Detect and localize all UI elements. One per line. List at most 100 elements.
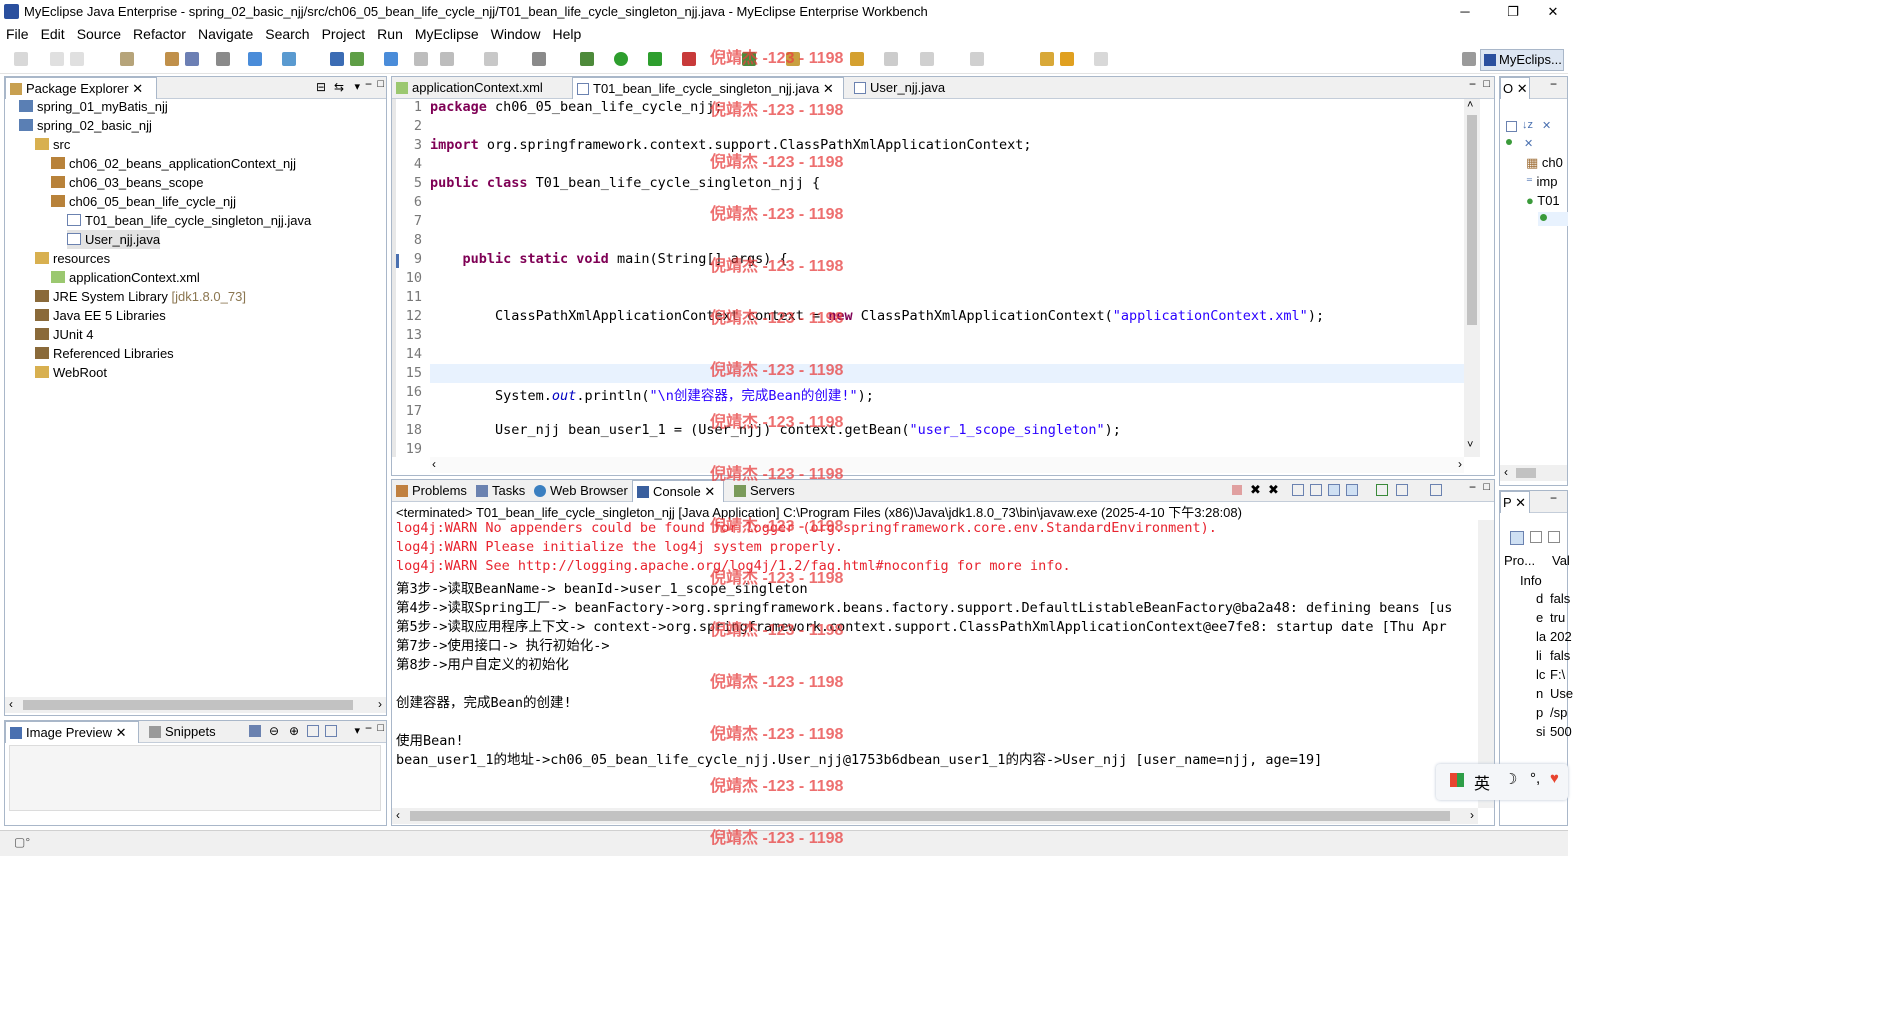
property-value[interactable]: /sp: [1550, 705, 1567, 720]
perspective-myeclipse[interactable]: MyEclips...: [1480, 49, 1564, 71]
annotation-icon[interactable]: [920, 52, 934, 66]
deploy-icon[interactable]: [248, 52, 262, 66]
minimize-button[interactable]: ─: [1442, 2, 1488, 22]
property-key[interactable]: p: [1536, 705, 1543, 720]
scroll-thumb[interactable]: [410, 811, 1450, 821]
close-icon[interactable]: ✕: [1517, 81, 1528, 96]
terminate-icon[interactable]: [1232, 485, 1242, 495]
tree-item[interactable]: ch06_02_beans_applicationContext_njj: [51, 154, 296, 173]
pin-icon[interactable]: [884, 52, 898, 66]
code-line[interactable]: System.out.println("\n创建容器，完成Bean的创建!");: [430, 384, 874, 404]
code-line[interactable]: package ch06_05_bean_life_cycle_njj;: [430, 99, 723, 115]
close-icon[interactable]: ✕: [704, 484, 715, 499]
show-stderr-icon[interactable]: [1346, 484, 1358, 496]
collapse-all-icon[interactable]: ⊟: [316, 80, 326, 94]
maximize-editor-icon[interactable]: □: [1483, 78, 1490, 90]
menu-search[interactable]: Search: [259, 24, 315, 42]
scroll-left-icon[interactable]: ‹: [9, 697, 13, 711]
categories-icon[interactable]: [1510, 531, 1524, 545]
scroll-right-icon[interactable]: ›: [378, 697, 382, 711]
property-key[interactable]: d: [1536, 591, 1543, 606]
property-value[interactable]: fals: [1550, 591, 1570, 606]
close-button[interactable]: ✕: [1530, 2, 1576, 22]
minimize-view-icon[interactable]: −: [365, 77, 372, 91]
view-menu-icon[interactable]: ▾: [354, 724, 360, 737]
outline-item-main[interactable]: [1538, 212, 1568, 226]
zoom-out-icon[interactable]: ⊖: [269, 724, 279, 738]
tree-item[interactable]: spring_02_basic_njj: [19, 116, 152, 135]
tree-item[interactable]: T01_bean_life_cycle_singleton_njj.java: [67, 211, 311, 230]
new-project-icon[interactable]: [120, 52, 134, 66]
moon-icon[interactable]: ☽: [1504, 770, 1517, 788]
run-icon[interactable]: [614, 52, 628, 66]
close-icon[interactable]: ✕: [823, 81, 834, 96]
tree-item[interactable]: JUnit 4: [35, 325, 93, 344]
minimize-view-icon[interactable]: −: [1550, 491, 1557, 505]
property-key[interactable]: la: [1536, 629, 1546, 644]
forward-icon[interactable]: [1094, 52, 1108, 66]
view-menu-icon[interactable]: ▾: [354, 80, 360, 93]
collapse-all-icon[interactable]: [1506, 121, 1517, 132]
web-icon[interactable]: [350, 52, 364, 66]
pin-console-icon[interactable]: [1376, 484, 1388, 496]
actual-size-icon[interactable]: [307, 725, 319, 737]
minimize-editor-icon[interactable]: −: [1469, 77, 1476, 91]
tree-item[interactable]: resources: [35, 249, 110, 268]
restore-default-icon[interactable]: [1548, 531, 1560, 543]
filter-icon[interactable]: [1530, 531, 1542, 543]
tab-tasks[interactable]: Tasks: [472, 480, 528, 502]
scroll-right-icon[interactable]: ›: [1470, 808, 1474, 822]
zoom-fit-icon[interactable]: [249, 725, 261, 737]
monitor-icon[interactable]: [532, 52, 546, 66]
fast-view-icon[interactable]: ▢°: [14, 835, 30, 849]
property-value[interactable]: 500: [1550, 724, 1572, 739]
property-value[interactable]: tru: [1550, 610, 1565, 625]
menu-myeclipse[interactable]: MyEclipse: [409, 24, 485, 42]
fit-window-icon[interactable]: [325, 725, 337, 737]
property-key[interactable]: lc: [1536, 667, 1545, 682]
format-icon[interactable]: [440, 52, 454, 66]
close-icon[interactable]: ✕: [132, 81, 143, 96]
menu-navigate[interactable]: Navigate: [192, 24, 259, 42]
tab-properties[interactable]: P ✕: [1500, 491, 1530, 513]
scroll-thumb[interactable]: [1467, 115, 1477, 325]
code-line[interactable]: ClassPathXmlApplicationContext context =…: [430, 308, 1324, 324]
tree-item[interactable]: Referenced Libraries: [35, 344, 174, 363]
hide-fields-icon[interactable]: ✕: [1542, 119, 1551, 132]
open-console-icon[interactable]: [1430, 484, 1442, 496]
tool-icon[interactable]: [484, 52, 498, 66]
code-line[interactable]: public class T01_bean_life_cycle_singlet…: [430, 175, 820, 191]
menu-source[interactable]: Source: [71, 24, 127, 42]
minimize-view-icon[interactable]: −: [365, 721, 372, 735]
tree-item[interactable]: src: [35, 135, 70, 154]
property-value[interactable]: F:\: [1550, 667, 1565, 682]
menu-refactor[interactable]: Refactor: [127, 24, 192, 42]
tab-image-preview[interactable]: Image Preview ✕: [5, 721, 139, 743]
explorer-h-scrollbar[interactable]: ‹ ›: [5, 697, 386, 713]
tree-item[interactable]: ch06_05_bean_life_cycle_njj: [51, 192, 236, 211]
back-icon[interactable]: [1060, 52, 1074, 66]
tab-problems[interactable]: Problems: [392, 480, 470, 502]
package-icon[interactable]: [165, 52, 179, 66]
edit-icon[interactable]: [414, 52, 428, 66]
tab-outline[interactable]: O ✕: [1500, 77, 1530, 99]
last-edit-icon[interactable]: [1040, 52, 1054, 66]
open-perspective-icon[interactable]: [1462, 52, 1476, 66]
tree-item[interactable]: spring_01_myBatis_njj: [19, 97, 168, 116]
outline-item-package[interactable]: ▦ ch0: [1526, 155, 1563, 171]
prop-col-property[interactable]: Pro...: [1504, 553, 1535, 568]
server-icon[interactable]: [216, 52, 230, 66]
maximize-view-icon[interactable]: □: [1483, 481, 1490, 493]
browser-icon[interactable]: [384, 52, 398, 66]
next-annotation-icon[interactable]: [970, 52, 984, 66]
property-value[interactable]: fals: [1550, 648, 1570, 663]
maximize-view-icon[interactable]: □: [377, 722, 384, 734]
tab-user-njj-java[interactable]: User_njj.java: [850, 77, 970, 99]
close-icon[interactable]: ✕: [116, 725, 127, 740]
property-key[interactable]: n: [1536, 686, 1543, 701]
menu-edit[interactable]: Edit: [35, 24, 71, 42]
save-icon[interactable]: [50, 52, 64, 66]
close-icon[interactable]: ✕: [1515, 495, 1526, 510]
hide-local-types-icon[interactable]: ✕: [1524, 137, 1533, 150]
menu-help[interactable]: Help: [546, 24, 587, 42]
